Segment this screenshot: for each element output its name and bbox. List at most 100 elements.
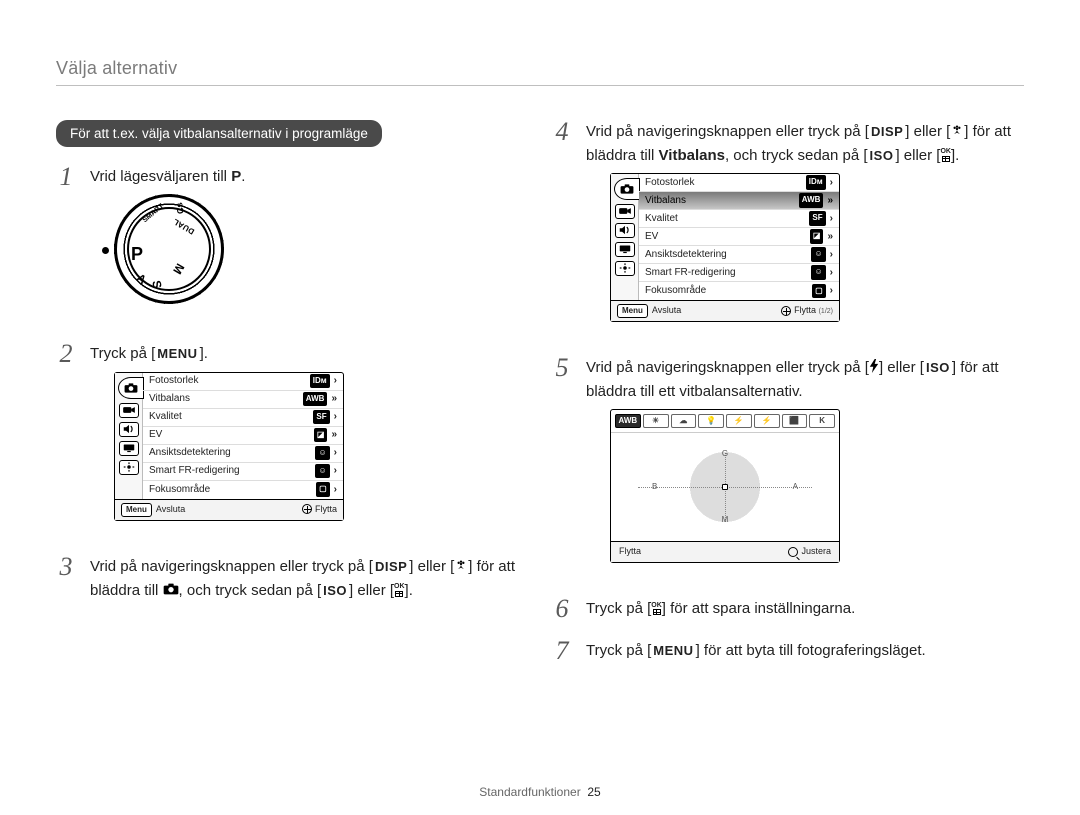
ok-key-icon: OK [394,584,405,597]
menu-row-label: EV [149,427,162,443]
lcd-menu-figure-2: FotostorlekIDᴍ› VitbalansAWB» KvalitetSF… [610,173,840,322]
dial-mode-p: P [131,241,143,269]
left-column: För att t.ex. välja vitbalansalternativ … [56,120,528,680]
step-2-text-a: Tryck på [ [90,345,155,362]
value-icon-awb: AWB [799,193,824,207]
value-icon-face: ☺ [315,446,329,460]
wb-opt-fluor2-icon: ⚡ [754,414,780,428]
step-3-text-b: ] eller [ [409,558,454,575]
wb-cursor [722,484,728,490]
wb-axis-a: A [793,481,798,493]
chevron-right-icon: › [334,445,337,461]
step-5: 5 Vrid på navigeringsknappen eller tryck… [552,356,1024,579]
step-number: 1 [56,165,76,324]
iso-key-label: ISO [321,581,349,601]
lcd-sidebar-tabs [115,373,143,499]
menu-row: FotostorlekIDᴍ› [143,373,343,391]
chevron-right-icon: › [830,211,833,227]
value-icon-af: ▢ [812,284,826,298]
wb-move-label: Flytta [619,546,641,556]
lcd-page-indicator: (1/2) [819,308,833,315]
value-icon-sf: SF [313,410,329,424]
wb-opt-cloudy-icon: ☁ [671,414,697,428]
wb-opt-kelvin: K [809,414,835,428]
step-6-text-a: Tryck på [ [586,600,651,617]
wb-footer: Flytta Justera [611,541,839,562]
step-number: 3 [56,555,76,602]
iso-key-label: ISO [924,358,952,378]
step-7-text-b: ] för att byta till fotograferingsläget. [696,642,926,659]
wb-axis-b: B [652,481,657,493]
value-icon-sfr: ☺ [315,464,329,478]
step-4-text-e: ] eller [ [895,147,940,164]
magnifier-icon [788,547,798,557]
step-2-text-b: ]. [200,345,208,362]
tab-photo-icon [118,377,144,399]
ok-key-icon: OK [651,603,662,616]
menu-row-label: Fotostorlek [645,175,694,191]
lcd-exit-label: Avsluta [156,504,185,514]
lcd-menu-list: FotostorlekIDᴍ› VitbalansAWB» KvalitetSF… [639,174,839,300]
step-3: 3 Vrid på navigeringsknappen eller tryck… [56,555,528,602]
menu-row-label: Vitbalans [149,391,190,407]
tab-sound-icon [615,223,635,238]
menu-row: Fokusområde▢› [143,481,343,499]
menu-row-label: Ansiktsdetektering [149,445,231,461]
menu-row: Fokusområde▢› [639,282,839,300]
footer-section-label: Standardfunktioner [479,785,580,799]
tab-sound-icon [119,422,139,437]
step-1-text-b: . [241,168,245,185]
macro-flower-icon [950,120,964,143]
tab-display-icon [119,441,139,456]
menu-row-label: Fotostorlek [149,373,198,389]
nav-pad-icon [781,306,791,316]
menu-button-label: Menu [617,304,648,318]
wb-shift-grid: G M B A [611,433,839,541]
mode-dial-figure: P A S M DUAL Cs SMART [114,194,528,304]
steps-left: 1 Vrid lägesväljaren till P. P A [56,165,528,602]
example-heading-pill: För att t.ex. välja vitbalansalternativ … [56,120,382,147]
tab-settings-icon [119,460,139,475]
lcd-move-label: Flytta [794,305,816,315]
value-icon-ev: ◪ [314,428,328,442]
step-number: 2 [56,342,76,537]
step-number: 5 [552,356,572,579]
step-5-text-a: Vrid på navigeringsknappen eller tryck p… [586,359,869,376]
step-6: 6 Tryck på [OK] för att spara inställnin… [552,597,1024,620]
step-number: 4 [552,120,572,338]
lcd-menu-list: FotostorlekIDᴍ› VitbalansAWB» KvalitetSF… [143,373,343,499]
tab-photo-icon [614,178,640,200]
wb-axis-g: G [722,448,728,460]
step-1-text-a: Vrid lägesväljaren till [90,168,231,185]
menu-row: Ansiktsdetektering ☺ › [143,445,343,463]
menu-row-label: Smart FR-redigering [149,463,240,479]
section-title: Välja alternativ [56,58,1024,86]
step-7: 7 Tryck på [MENU] för att byta till foto… [552,639,1024,662]
menu-row: VitbalansAWB» [143,391,343,409]
chevron-right-icon: › [334,463,337,479]
menu-row: FotostorlekIDᴍ› [639,174,839,192]
step-4-text-d: , och tryck sedan på [ [725,147,868,164]
wb-adjust-label: Justera [801,546,831,556]
lcd-footer: MenuAvsluta Flytta (1/2) [611,300,839,321]
step-3-text-d: , och tryck sedan på [ [179,582,322,599]
menu-row-selected: VitbalansAWB» [639,192,839,210]
tab-display-icon [615,242,635,257]
chevron-right-icon: › [334,409,337,425]
iso-key-label: ISO [868,146,896,166]
menu-button-label: Menu [121,503,152,517]
macro-flower-icon [454,555,468,578]
step-6-text-b: ] för att spara inställningarna. [662,600,855,617]
menu-row: EV◪» [639,228,839,246]
step-3-text-e: ] eller [ [349,582,394,599]
nav-pad-icon [302,504,312,514]
value-icon-awb: AWB [303,392,328,406]
menu-row: Smart FR-redigering ☺ › [143,463,343,481]
wb-opt-daylight-icon: ☀ [643,414,669,428]
steps-right: 4 Vrid på navigeringsknappen eller tryck… [552,120,1024,662]
wb-opt-awb: AWB [615,414,641,428]
chevron-right-icon: › [830,265,833,281]
right-column: 4 Vrid på navigeringsknappen eller tryck… [552,120,1024,680]
menu-row-label: Ansiktsdetektering [645,247,727,263]
wb-option-strip: AWB ☀ ☁ 💡 ⚡ ⚡ ⬛ K [611,410,839,433]
